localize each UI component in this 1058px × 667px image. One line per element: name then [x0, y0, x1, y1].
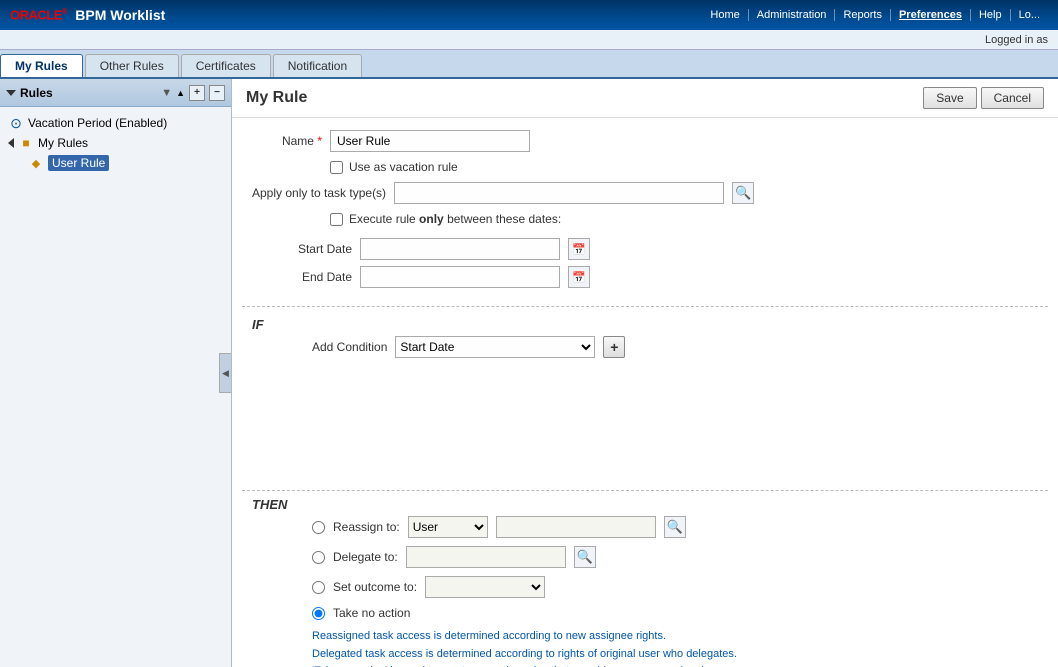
header-left: ORACLE® BPM Worklist — [10, 7, 165, 23]
nav-preferences[interactable]: Preferences — [891, 9, 971, 21]
delegate-search-button[interactable]: 🔍 — [574, 546, 596, 568]
add-condition-select[interactable]: Start Date End Date Task Type Priority — [395, 336, 595, 358]
reassign-search-button[interactable]: 🔍 — [664, 516, 686, 538]
expand-collapse-icon[interactable] — [6, 90, 16, 96]
name-label: Name * — [252, 134, 322, 148]
use-vacation-label: Use as vacation rule — [349, 160, 458, 174]
app-title: BPM Worklist — [75, 7, 165, 23]
my-rules-folder-label: My Rules — [38, 136, 88, 150]
if-section: IF Add Condition Start Date End Date Tas… — [232, 307, 1058, 370]
page-title: My Rule — [246, 89, 307, 107]
sidebar-title: Rules — [20, 86, 157, 100]
take-no-action-radio[interactable] — [312, 607, 325, 620]
take-no-action-row: Take no action — [252, 606, 1038, 620]
tree-area: ⊙ Vacation Period (Enabled) ■ My Rules ◆… — [0, 107, 231, 179]
oracle-logo: ORACLE® — [10, 7, 67, 22]
app-header: ORACLE® BPM Worklist Home Administration… — [0, 0, 1058, 30]
action-buttons: Save Cancel — [923, 87, 1044, 109]
set-outcome-radio[interactable] — [312, 581, 325, 594]
name-input[interactable] — [330, 130, 530, 152]
info-text-2: Delegated task access is determined acco… — [312, 646, 1038, 664]
user-rule-label: User Rule — [48, 155, 109, 171]
reassign-value-input[interactable] — [496, 516, 656, 538]
content-area: My Rule Save Cancel Name * Use as vacati… — [232, 79, 1058, 667]
vacation-icon: ⊙ — [8, 115, 24, 131]
nav-reports[interactable]: Reports — [835, 9, 891, 21]
content-header: My Rule Save Cancel — [232, 79, 1058, 118]
sidebar-collapse-button[interactable]: ◀ — [219, 353, 231, 393]
tab-certificates[interactable]: Certificates — [181, 54, 271, 77]
reassign-type-select[interactable]: User Group Role — [408, 516, 488, 538]
add-condition-button[interactable]: + — [603, 336, 625, 358]
add-condition-row: Add Condition Start Date End Date Task T… — [252, 336, 1038, 358]
nav-home[interactable]: Home — [702, 9, 748, 21]
reassign-radio[interactable] — [312, 521, 325, 534]
delegate-radio[interactable] — [312, 551, 325, 564]
task-type-row: Apply only to task type(s) 🔍 — [252, 182, 1038, 204]
vacation-period-label: Vacation Period (Enabled) — [28, 116, 167, 130]
tree-sub: ◆ User Rule — [24, 153, 227, 173]
filter-icon: ▼ — [161, 87, 172, 99]
delegate-input[interactable] — [406, 546, 566, 568]
start-date-input[interactable] — [360, 238, 560, 260]
then-section: THEN Reassign to: User Group Role 🔍 Dele… — [232, 491, 1058, 667]
save-button[interactable]: Save — [923, 87, 976, 109]
task-type-input[interactable] — [394, 182, 724, 204]
logged-in-label: Logged in as — [985, 34, 1048, 46]
end-date-calendar-button[interactable]: 📅 — [568, 266, 590, 288]
vacation-rule-row: Use as vacation rule — [330, 160, 1038, 174]
header-nav: Home Administration Reports Preferences … — [702, 9, 1048, 21]
info-text-1: Reassigned task access is determined acc… — [312, 628, 1038, 646]
reassign-label: Reassign to: — [333, 520, 400, 534]
set-outcome-label: Set outcome to: — [333, 580, 417, 594]
nav-administration[interactable]: Administration — [749, 9, 836, 21]
if-label: IF — [252, 311, 1038, 336]
add-condition-label: Add Condition — [312, 340, 387, 354]
nav-help[interactable]: Help — [971, 9, 1011, 21]
logged-in-bar: Logged in as — [0, 30, 1058, 50]
my-rules-folder[interactable]: ■ My Rules — [4, 133, 227, 153]
reassign-row: Reassign to: User Group Role 🔍 — [252, 516, 1038, 538]
vacation-period-item[interactable]: ⊙ Vacation Period (Enabled) — [4, 113, 227, 133]
set-outcome-row: Set outcome to: — [252, 576, 1038, 598]
start-date-label: Start Date — [292, 242, 352, 256]
remove-rule-button[interactable]: − — [209, 85, 225, 101]
set-outcome-select[interactable] — [425, 576, 545, 598]
then-label: THEN — [252, 491, 1038, 516]
delegate-label: Delegate to: — [333, 550, 398, 564]
start-date-calendar-button[interactable]: 📅 — [568, 238, 590, 260]
end-date-label: End Date — [292, 270, 352, 284]
folder-collapse-icon[interactable] — [8, 138, 14, 148]
main-container: Rules ▼ ▲ + − ⊙ Vacation Period (Enabled… — [0, 79, 1058, 667]
sidebar: Rules ▼ ▲ + − ⊙ Vacation Period (Enabled… — [0, 79, 232, 667]
form-area: Name * Use as vacation rule Apply only t… — [232, 118, 1058, 306]
end-date-row: End Date 📅 — [292, 266, 1038, 288]
nav-logout[interactable]: Lo... — [1011, 9, 1048, 21]
rule-icon: ◆ — [28, 155, 44, 171]
take-no-action-label: Take no action — [333, 606, 410, 620]
folder-icon: ■ — [18, 135, 34, 151]
execute-rule-row: Execute rule only between these dates: — [330, 212, 1038, 226]
task-type-search-button[interactable]: 🔍 — [732, 182, 754, 204]
end-date-input[interactable] — [360, 266, 560, 288]
use-vacation-checkbox[interactable] — [330, 161, 343, 174]
info-text-area: Reassigned task access is determined acc… — [252, 628, 1038, 667]
tab-other-rules[interactable]: Other Rules — [85, 54, 179, 77]
info-text-3: 'Take no action' is used to create excep… — [312, 663, 1038, 667]
start-date-row: Start Date 📅 — [292, 238, 1038, 260]
if-content-area — [232, 370, 1058, 490]
execute-rule-checkbox[interactable] — [330, 213, 343, 226]
user-rule-item[interactable]: ◆ User Rule — [24, 153, 227, 173]
name-row: Name * — [252, 130, 1038, 152]
sidebar-header: Rules ▼ ▲ + − — [0, 79, 231, 107]
tab-my-rules[interactable]: My Rules — [0, 54, 83, 77]
delegate-row: Delegate to: 🔍 — [252, 546, 1038, 568]
execute-rule-label: Execute rule only between these dates: — [349, 212, 561, 226]
task-type-label: Apply only to task type(s) — [252, 186, 386, 200]
tabs-row: My Rules Other Rules Certificates Notifi… — [0, 50, 1058, 79]
cancel-button[interactable]: Cancel — [981, 87, 1044, 109]
add-rule-button[interactable]: + — [189, 85, 205, 101]
tab-notification[interactable]: Notification — [273, 54, 362, 77]
up-arrow-icon: ▲ — [176, 88, 185, 98]
